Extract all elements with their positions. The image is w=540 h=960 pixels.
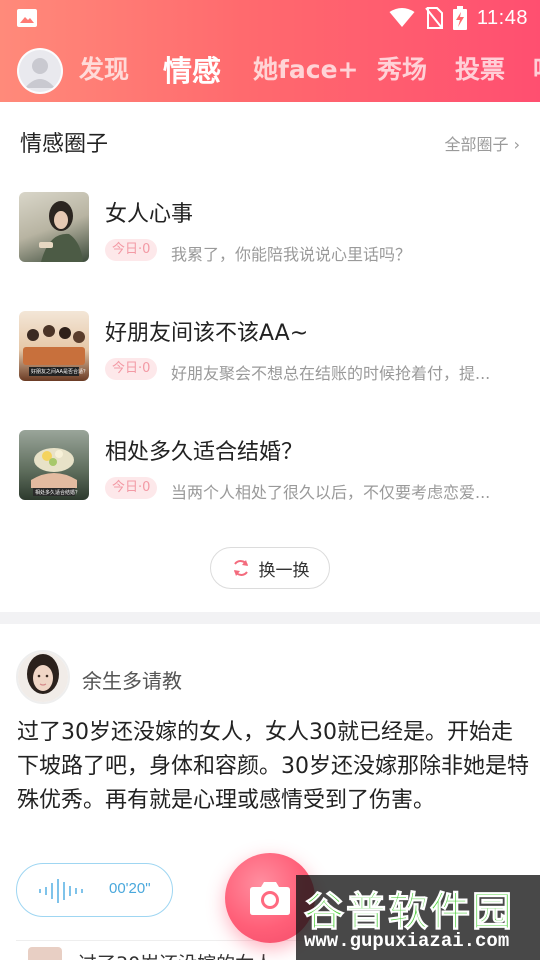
circle-thumbnail: 相处多久适合结婚？ <box>19 430 89 500</box>
today-count-badge: 今日·0 <box>105 239 158 261</box>
status-time: 11:48 <box>476 6 528 29</box>
circle-item[interactable]: 相处多久适合结婚？ 相处多久适合结婚？ 今日·0 当两个人相处了很久以后，不仅要… <box>0 418 540 518</box>
watermark-logo-text: 谷普软件园 <box>304 889 514 936</box>
voice-duration: 00'20" <box>109 880 151 897</box>
section-title: 情感圈子 <box>20 132 109 157</box>
watermark-url: www.gupuxiazai.com <box>304 930 510 952</box>
tab-eat[interactable]: 吃 <box>533 50 540 86</box>
watermark-overlay: 谷普软件园 www.gupuxiazai.com <box>296 875 540 960</box>
status-right-group: 11:48 <box>389 6 528 30</box>
battery-charging-icon <box>452 6 467 30</box>
preview-text: 过了30岁还没嫁的女人 <box>78 949 273 960</box>
app-header: 11:48 发现 情感 她face+ 秀场 投票 吃 <box>0 0 540 102</box>
sound-wave-icon <box>39 879 83 903</box>
post-author-avatar[interactable] <box>16 650 70 704</box>
tab-discover[interactable]: 发现 <box>79 50 129 86</box>
post-author-name[interactable]: 余生多请教 <box>82 665 182 694</box>
preview-thumbnail <box>28 947 62 960</box>
refresh-label: 换一换 <box>258 560 310 581</box>
circle-title: 女人心事 <box>105 202 194 227</box>
circle-title: 相处多久适合结婚？ <box>105 440 304 465</box>
my-avatar[interactable] <box>17 48 63 94</box>
wifi-icon <box>389 8 415 27</box>
today-count-badge: 今日·0 <box>105 477 158 499</box>
refresh-button[interactable]: 换一换 <box>210 547 330 589</box>
next-post-preview[interactable]: 过了30岁还没嫁的女人 <box>16 940 316 960</box>
no-sim-icon <box>425 7 443 29</box>
tab-showroom[interactable]: 秀场 <box>377 50 427 86</box>
default-avatar-icon <box>25 58 55 88</box>
post-content[interactable]: 过了30岁还没嫁的女人，女人30就已经是。开始走下坡路了吧，身体和容颜。30岁还… <box>17 716 529 818</box>
status-bar: 11:48 <box>0 0 540 36</box>
woman-portrait-photo <box>18 652 68 702</box>
all-circles-label: 全部圈子 <box>444 135 509 154</box>
tab-emotion[interactable]: 情感 <box>163 48 221 90</box>
chevron-right-icon: › <box>513 135 520 154</box>
thumbnail-caption: 相处多久适合结婚？ <box>35 490 81 496</box>
circle-description: 我累了，你能陪我说说心里话吗？ <box>171 245 412 264</box>
circle-description: 好朋友聚会不想总在结账的时候抢着付，提... <box>171 364 491 383</box>
all-circles-link[interactable]: 全部圈子 › <box>444 131 520 155</box>
circle-thumbnail: 好朋友之间AA是否合适？ <box>19 311 89 381</box>
circle-item[interactable]: 女人心事 今日·0 我累了，你能陪我说说心里话吗？ <box>0 180 540 280</box>
circle-thumbnail <box>19 192 89 262</box>
circle-item[interactable]: 好朋友之间AA是否合适？ 好朋友间该不该AA~ 今日·0 好朋友聚会不想总在结账… <box>0 299 540 399</box>
section-divider <box>0 612 540 624</box>
image-icon <box>17 9 37 27</box>
camera-icon <box>250 882 290 915</box>
today-count-badge: 今日·0 <box>105 358 158 380</box>
circle-description: 当两个人相处了很久以后，不仅要考虑恋爱... <box>171 483 491 502</box>
circle-title: 好朋友间该不该AA~ <box>105 321 309 346</box>
thumbnail-caption: 好朋友之间AA是否合适？ <box>31 369 88 375</box>
woman-photo <box>39 201 83 262</box>
tab-vote[interactable]: 投票 <box>455 50 505 86</box>
refresh-icon <box>233 560 248 576</box>
voice-message-button[interactable]: 00'20" <box>16 863 173 917</box>
tab-her-face[interactable]: 她face+ <box>253 50 358 86</box>
